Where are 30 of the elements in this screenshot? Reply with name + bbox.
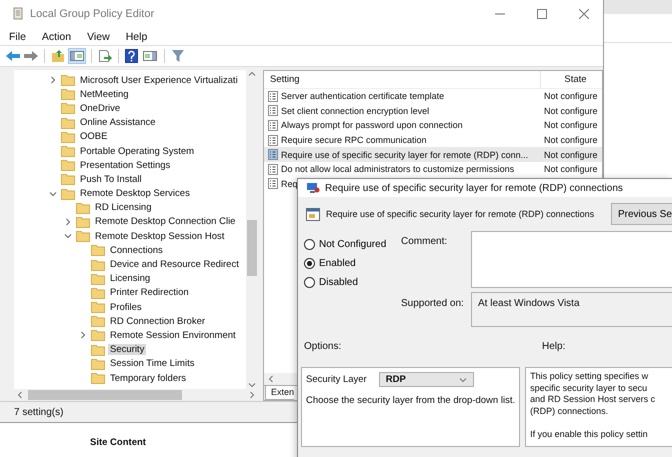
setting-name: Require secure RPC communication: [281, 135, 427, 146]
dialog-title: Require use of specific security layer for remote (RDP) connections: [325, 182, 623, 194]
setting-name: Always prompt for password upon connection: [281, 120, 463, 130]
setting-state: Not configure: [544, 164, 598, 174]
help-text: specific security layer to secu: [530, 382, 648, 394]
setting-name: Req: [281, 178, 298, 189]
comment-label: Comment:: [401, 236, 448, 247]
setting-name: Server authentication certificate template: [281, 91, 444, 102]
setting-state: Not configure: [544, 135, 598, 146]
setting-name: Require use of specific security layer for remote (RDP) conn...: [281, 150, 528, 160]
setting-state: Not configure: [544, 91, 598, 102]
supported-on-field: At least Windows Vista: [471, 292, 672, 327]
setting-state: Not configure: [544, 120, 598, 130]
help-text: If you enable this policy settin: [530, 428, 649, 440]
help-text: and RD Session Host servers c: [530, 394, 656, 406]
policy-heading: Require use of specific security layer for remote (RDP) connections: [326, 209, 594, 219]
setting-name: Set client connection encryption level: [281, 106, 430, 116]
help-text: This policy setting specifies w: [530, 371, 650, 382]
site-content-heading: Site Content: [90, 437, 146, 448]
security-layer-label: Security Layer: [306, 374, 367, 385]
setting-state: Not configure: [544, 150, 598, 160]
help-text: (RDP) connections.: [530, 406, 610, 417]
setting-state: Not configure: [544, 106, 598, 116]
supported-on-label: Supported on:: [401, 298, 464, 309]
status-text: 7 setting(s): [14, 406, 64, 418]
help-label: Help:: [542, 341, 566, 354]
options-label: Options:: [304, 341, 342, 352]
window-title: Local Group Policy Editor: [30, 8, 154, 20]
option-description: Choose the security layer from the drop-down list.: [306, 395, 516, 406]
setting-name: Do not allow local administrators to customize permissions: [281, 164, 514, 174]
